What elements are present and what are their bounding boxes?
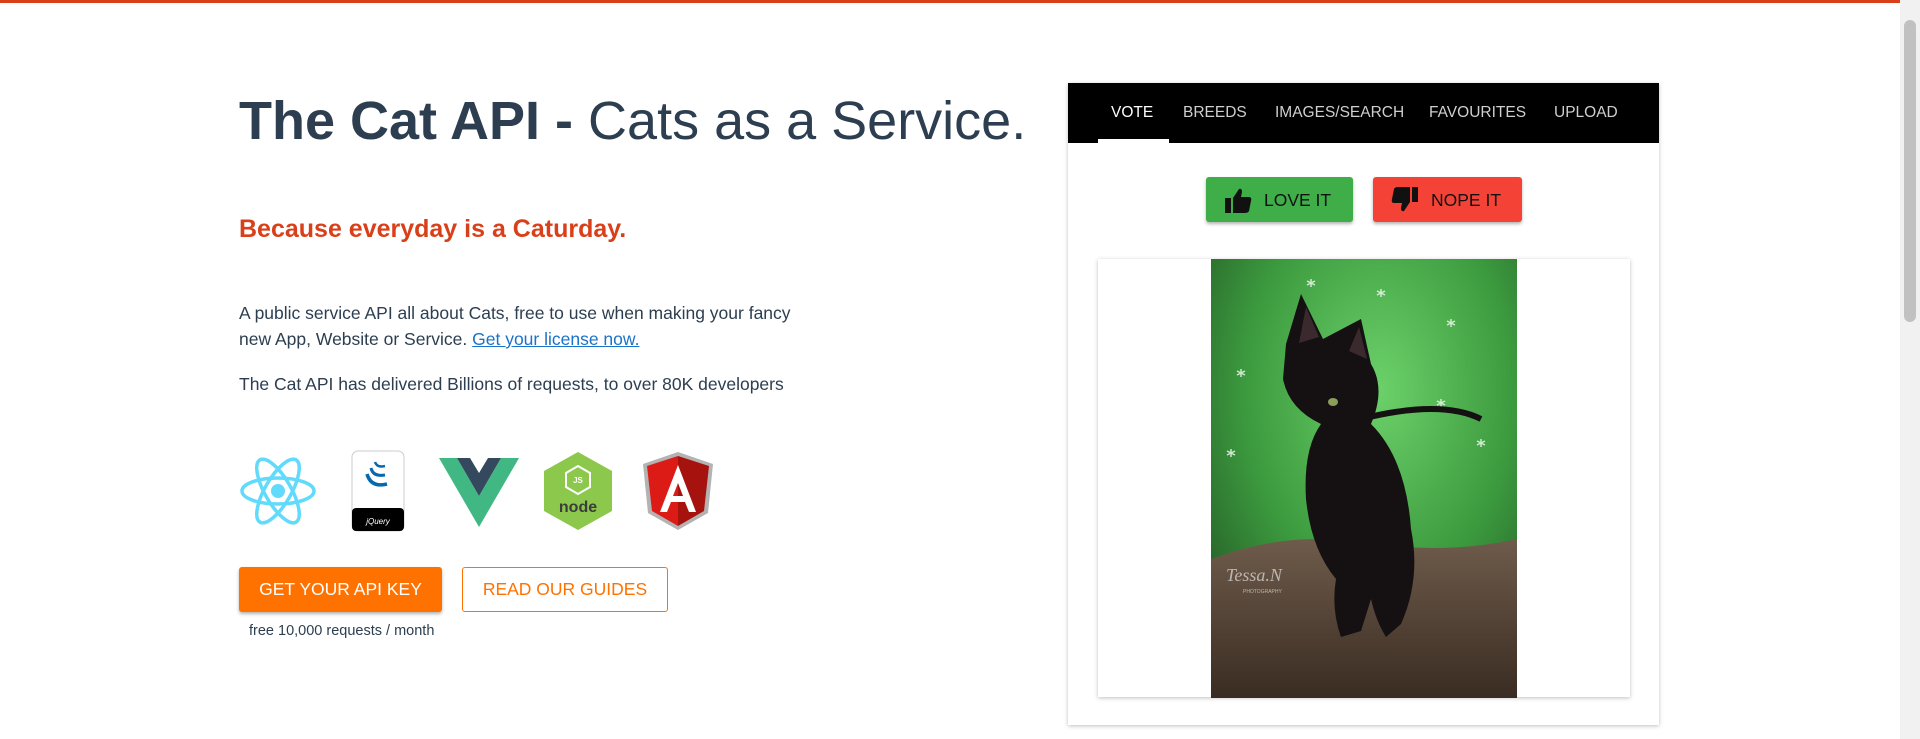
- love-it-button[interactable]: LOVE IT: [1206, 177, 1353, 222]
- nope-it-label: NOPE IT: [1431, 190, 1502, 210]
- cat-image: Tessa.N PHOTOGRAPHY: [1211, 259, 1517, 698]
- tab-images-search[interactable]: IMAGES/SEARCH: [1275, 104, 1404, 122]
- thumbs-up-icon: [1225, 188, 1252, 213]
- tab-breeds[interactable]: BREEDS: [1183, 104, 1247, 122]
- svg-text:node: node: [559, 499, 597, 516]
- license-link[interactable]: Get your license now.: [472, 329, 639, 349]
- tagline: Because everyday is a Caturday.: [239, 215, 627, 243]
- tab-vote[interactable]: VOTE: [1111, 104, 1153, 122]
- tab-favourites[interactable]: FAVOURITES: [1429, 104, 1526, 122]
- description: A public service API all about Cats, fre…: [239, 300, 819, 352]
- image-watermark-sub: PHOTOGRAPHY: [1243, 589, 1282, 595]
- title-brand: The Cat API -: [239, 91, 574, 151]
- react-logo: [240, 457, 316, 525]
- title-slogan: Cats as a Service.: [573, 91, 1027, 151]
- node-logo: JS node: [544, 452, 612, 530]
- page-title: The Cat API - Cats as a Service.: [239, 91, 1027, 151]
- vue-logo: [439, 458, 519, 527]
- nope-it-button[interactable]: NOPE IT: [1373, 177, 1522, 222]
- thumbs-down-icon: [1391, 187, 1418, 212]
- angular-logo: [643, 452, 713, 530]
- top-accent-bar: [0, 0, 1900, 3]
- scrollbar-thumb[interactable]: [1904, 20, 1916, 322]
- read-guides-button[interactable]: READ OUR GUIDES: [462, 567, 668, 612]
- image-watermark: Tessa.N: [1226, 565, 1283, 585]
- svg-text:jQuery: jQuery: [365, 517, 391, 526]
- active-tab-indicator: [1098, 139, 1169, 143]
- tab-upload[interactable]: UPLOAD: [1554, 104, 1618, 122]
- free-tier-note: free 10,000 requests / month: [249, 623, 435, 639]
- jquery-logo: jQuery: [351, 450, 405, 532]
- get-api-key-button[interactable]: GET YOUR API KEY: [239, 567, 442, 612]
- svg-text:JS: JS: [573, 476, 583, 485]
- love-it-label: LOVE IT: [1264, 190, 1332, 210]
- stats-text: The Cat API has delivered Billions of re…: [239, 374, 784, 394]
